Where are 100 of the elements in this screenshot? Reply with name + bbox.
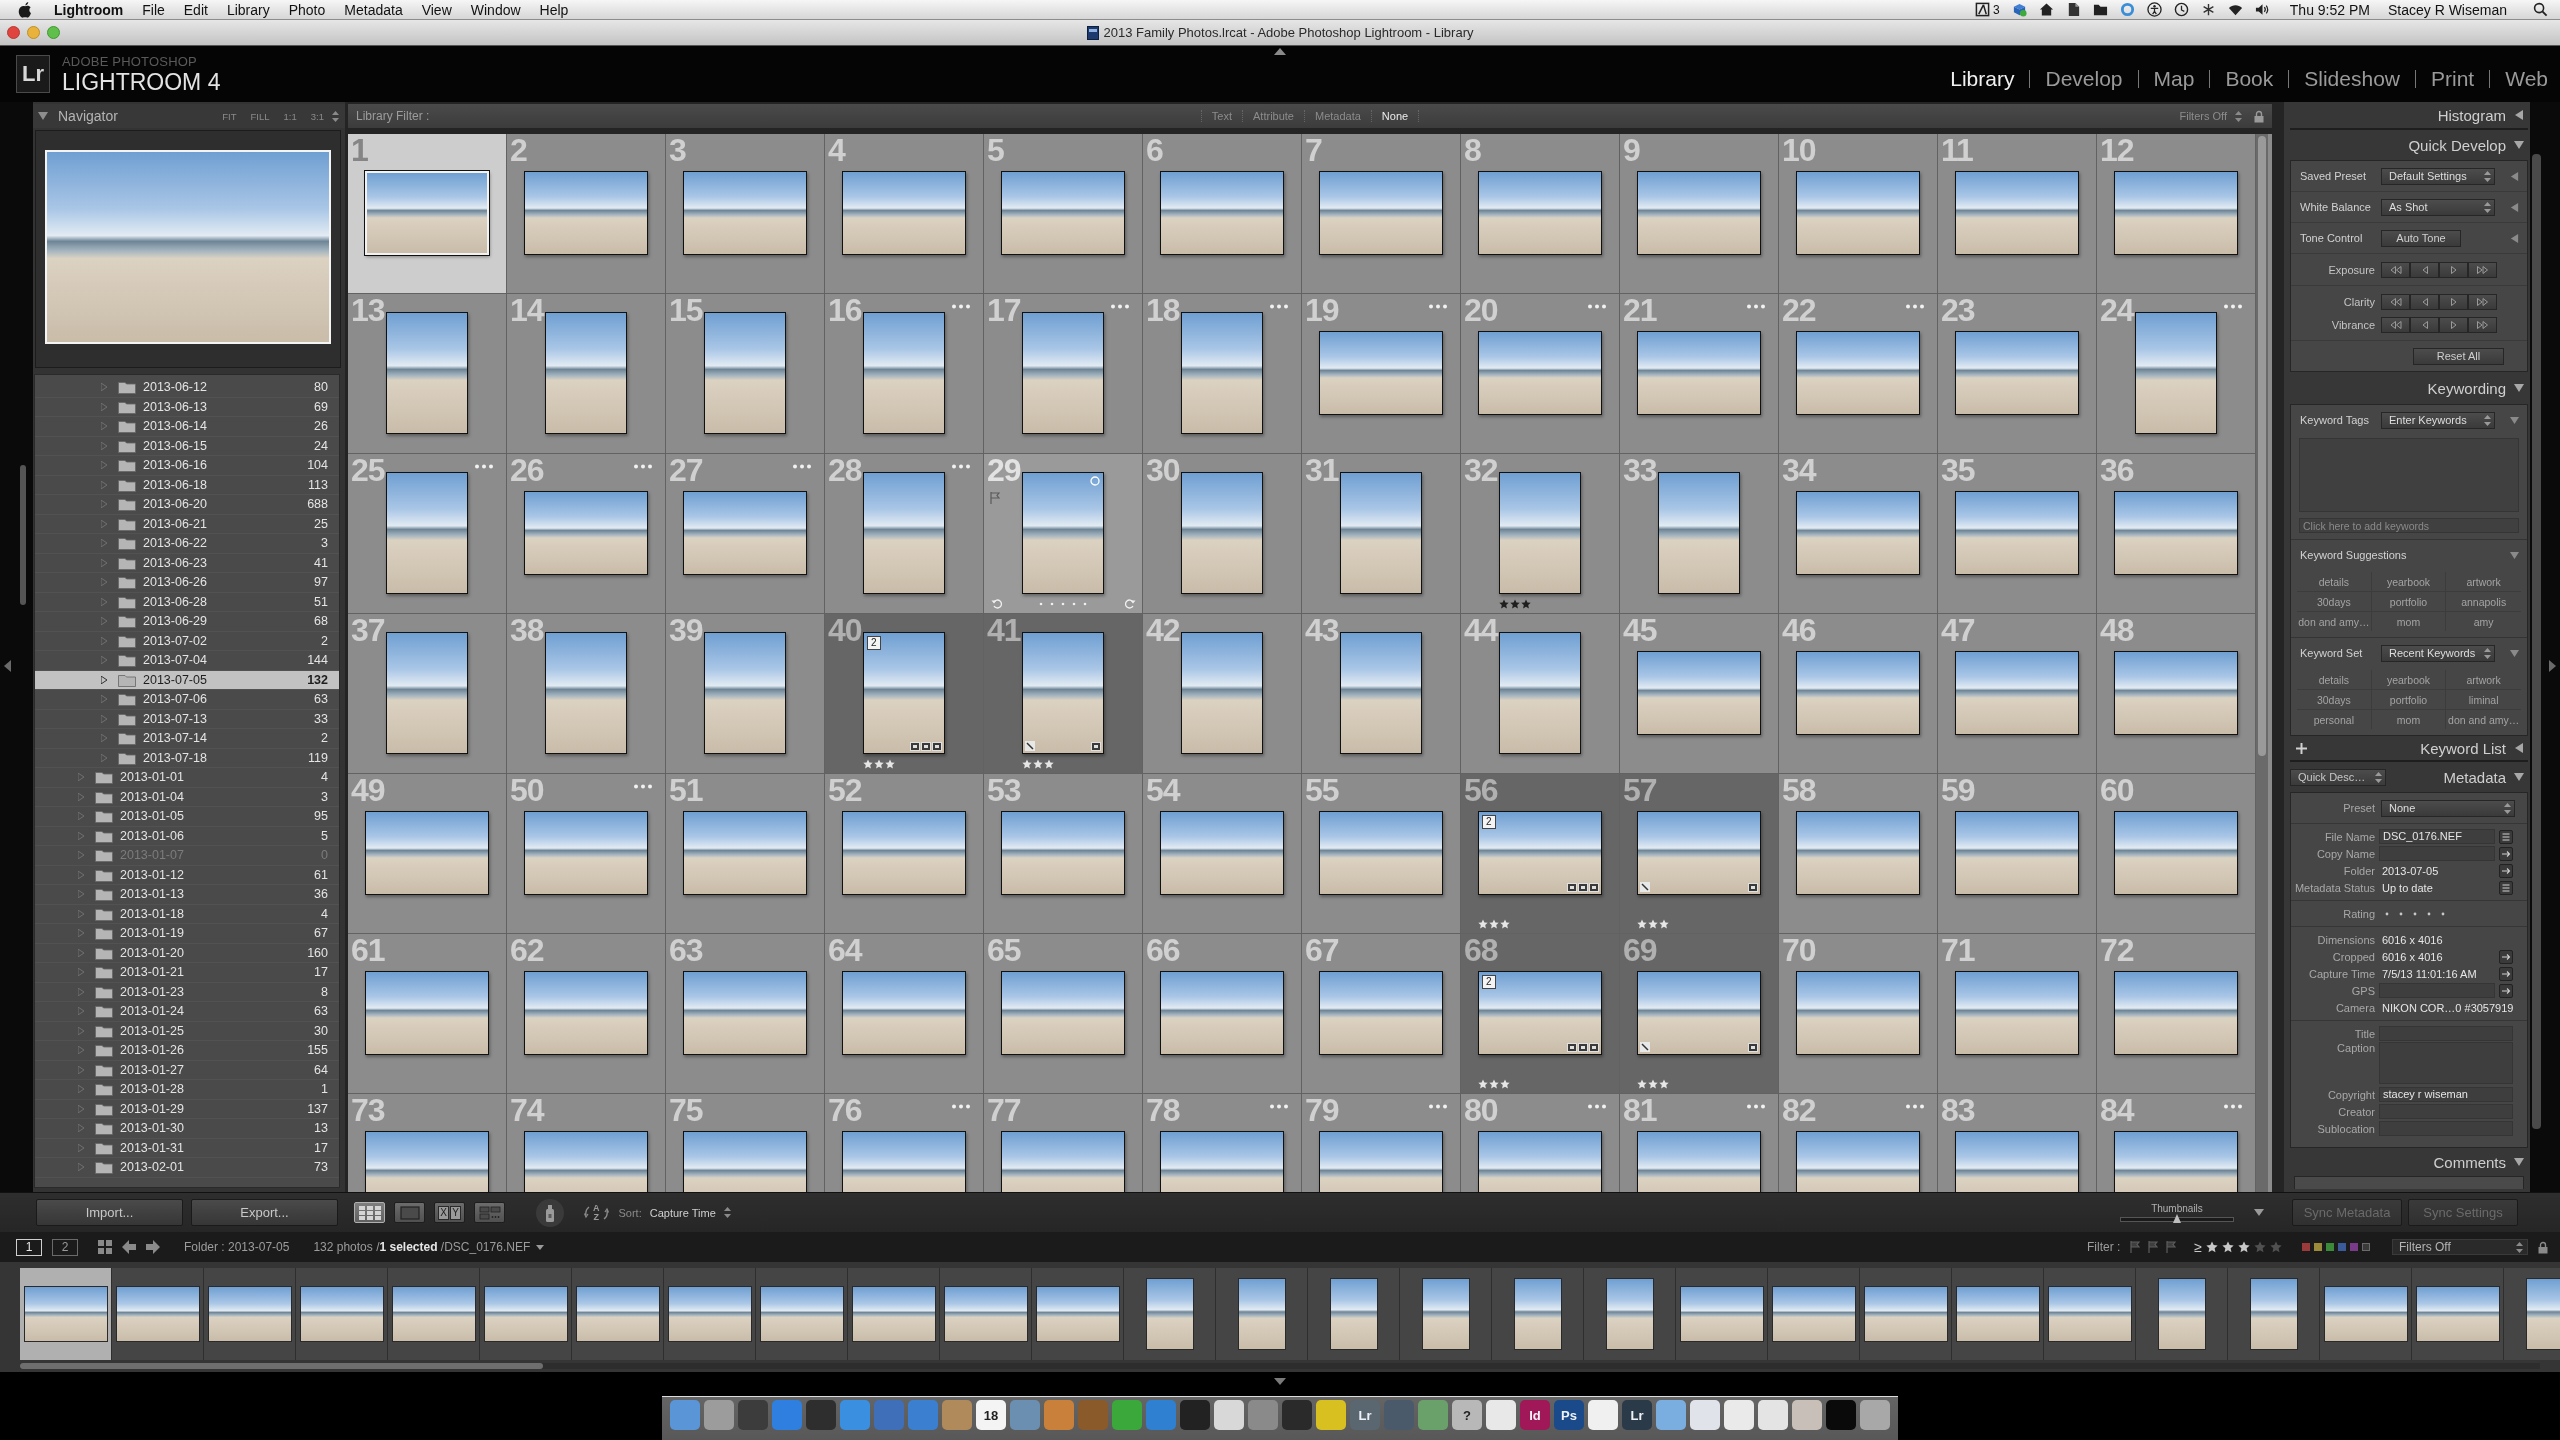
grid-cell[interactable]: 71 bbox=[1938, 934, 2097, 1094]
down-triangle-icon[interactable] bbox=[2514, 140, 2524, 150]
grid-cell[interactable]: 70 bbox=[1779, 934, 1938, 1094]
filmstrip-thumbnail[interactable] bbox=[2412, 1268, 2504, 1360]
photo-placeholder[interactable] bbox=[842, 1131, 966, 1192]
three-dots-icon[interactable] bbox=[633, 784, 653, 789]
right-triangle-icon[interactable] bbox=[2549, 660, 2556, 672]
star-icon[interactable] bbox=[2222, 1241, 2234, 1253]
grid-cell[interactable]: 67 bbox=[1302, 934, 1461, 1094]
star-icon[interactable] bbox=[2238, 1241, 2250, 1253]
grid-cell[interactable]: 3 bbox=[666, 134, 825, 294]
up-down-arrows-icon[interactable] bbox=[332, 110, 339, 122]
left-triangle-icon[interactable] bbox=[2514, 743, 2524, 753]
filmstrip-thumbnail[interactable] bbox=[204, 1268, 296, 1360]
left-triangle-icon[interactable] bbox=[2510, 171, 2519, 181]
grid-cell[interactable]: 41 bbox=[984, 614, 1143, 774]
spray-can-icon[interactable] bbox=[536, 1198, 564, 1227]
photo-placeholder[interactable] bbox=[2114, 811, 2238, 895]
photo-placeholder[interactable] bbox=[683, 491, 807, 575]
wifi-icon[interactable] bbox=[2227, 2, 2243, 17]
reset-all-button[interactable]: Reset All bbox=[2413, 347, 2504, 365]
photo-placeholder[interactable] bbox=[1955, 171, 2079, 255]
photo-placeholder[interactable] bbox=[524, 491, 648, 575]
three-dots-icon[interactable] bbox=[1587, 1104, 1607, 1109]
grid-cell[interactable]: 21 bbox=[1620, 294, 1779, 454]
lock-icon[interactable] bbox=[2254, 109, 2264, 123]
folder-row[interactable]: 2013-06-16 104 bbox=[35, 456, 339, 476]
scrollbar-thumb[interactable] bbox=[2258, 136, 2266, 756]
filmstrip-thumbnail[interactable] bbox=[572, 1268, 664, 1360]
menu-item[interactable]: Photo bbox=[288, 1, 326, 18]
grid-cell[interactable]: 45 bbox=[1620, 614, 1779, 774]
source-path[interactable]: Folder : 2013-07-05 bbox=[184, 1240, 290, 1254]
down-triangle-icon[interactable] bbox=[38, 111, 48, 121]
export-button[interactable]: Export... bbox=[191, 1199, 338, 1226]
photo-placeholder[interactable] bbox=[1637, 651, 1761, 735]
right-arrow-icon[interactable] bbox=[146, 1240, 160, 1254]
down-triangle-icon[interactable] bbox=[2510, 415, 2519, 425]
menu-item[interactable]: Metadata bbox=[344, 1, 403, 18]
panel-title[interactable]: Metadata bbox=[2443, 768, 2506, 786]
setting-dropdown[interactable]: Default Settings bbox=[2381, 167, 2495, 185]
grid-cell[interactable]: 8 bbox=[1461, 134, 1620, 294]
grid-cell[interactable]: 29 bbox=[984, 454, 1143, 614]
photo-placeholder[interactable] bbox=[545, 312, 627, 434]
decrease-large-button[interactable] bbox=[2381, 261, 2410, 278]
keyword-button[interactable]: 30days bbox=[2297, 690, 2372, 710]
sort-dropdown[interactable]: Capture Time bbox=[649, 1206, 731, 1219]
photo-placeholder[interactable] bbox=[1796, 971, 1920, 1055]
filmstrip-thumbnail[interactable] bbox=[1124, 1268, 1216, 1360]
photo-placeholder[interactable] bbox=[683, 811, 807, 895]
text-field[interactable]: DSC_0176.NEF bbox=[2379, 829, 2495, 844]
photo-placeholder[interactable]: 2 bbox=[1478, 971, 1602, 1055]
folder-row[interactable]: 2013-01-31 17 bbox=[35, 1138, 339, 1158]
grid-cell[interactable]: 1 bbox=[348, 134, 507, 294]
three-dots-icon[interactable] bbox=[1746, 1104, 1766, 1109]
photo-placeholder[interactable] bbox=[1160, 1131, 1284, 1192]
keyword-suggestion[interactable]: yearbook bbox=[2371, 572, 2447, 592]
sort-direction-button[interactable]: A Z bbox=[584, 1203, 609, 1222]
ring-icon[interactable] bbox=[2119, 2, 2135, 17]
filter-preset-dropdown[interactable]: Filters Off bbox=[2179, 110, 2242, 122]
keyword-button[interactable]: personal bbox=[2297, 710, 2372, 729]
module-tab[interactable]: Slideshow bbox=[2304, 67, 2400, 91]
folder-icon[interactable] bbox=[2092, 2, 2108, 17]
folder-row[interactable]: 2013-06-22 3 bbox=[35, 534, 339, 554]
photo-placeholder[interactable] bbox=[1955, 1131, 2079, 1192]
photo-placeholder[interactable] bbox=[1160, 971, 1284, 1055]
grid-cell[interactable]: 58 bbox=[1779, 774, 1938, 934]
three-dots-icon[interactable] bbox=[1269, 304, 1289, 309]
scrollbar-thumb[interactable] bbox=[20, 465, 26, 605]
photo-placeholder[interactable] bbox=[1658, 472, 1740, 594]
photo-placeholder[interactable] bbox=[1340, 632, 1422, 754]
grid-cell[interactable]: 14 bbox=[507, 294, 666, 454]
photo-placeholder[interactable] bbox=[524, 171, 648, 255]
photo-placeholder[interactable] bbox=[545, 632, 627, 754]
folder-row[interactable]: 2013-07-05 132 bbox=[35, 670, 339, 690]
list-icon[interactable] bbox=[2499, 880, 2513, 895]
scrollbar-thumb[interactable] bbox=[2532, 154, 2541, 1129]
left-triangle-icon[interactable] bbox=[2510, 233, 2519, 243]
grid-cell[interactable]: 6 bbox=[1143, 134, 1302, 294]
photo-placeholder[interactable] bbox=[386, 312, 468, 434]
grid-cell[interactable]: 54 bbox=[1143, 774, 1302, 934]
photo-placeholder[interactable] bbox=[386, 472, 468, 594]
badge-icon[interactable] bbox=[1748, 883, 1758, 892]
grid-cell[interactable]: 19 bbox=[1302, 294, 1461, 454]
zoom-option[interactable]: FIT bbox=[222, 110, 237, 122]
grid-cell[interactable]: 7 bbox=[1302, 134, 1461, 294]
keyword-suggestion[interactable]: annapolis bbox=[2446, 592, 2521, 612]
three-dots-icon[interactable] bbox=[1428, 1104, 1448, 1109]
photo-placeholder[interactable] bbox=[1637, 171, 1761, 255]
grid-cell[interactable]: 23 bbox=[1938, 294, 2097, 454]
auto-tone-button[interactable]: Auto Tone bbox=[2381, 229, 2461, 247]
photo-placeholder[interactable] bbox=[1637, 811, 1761, 895]
photo-placeholder[interactable] bbox=[1955, 331, 2079, 415]
folder-row[interactable]: 2013-07-13 33 bbox=[35, 709, 339, 729]
keyword-suggestion[interactable]: mom bbox=[2371, 612, 2447, 631]
grid-cell[interactable]: 2 bbox=[507, 134, 666, 294]
photo-placeholder[interactable] bbox=[1637, 1131, 1761, 1192]
photo-placeholder[interactable] bbox=[2135, 312, 2217, 434]
photo-placeholder[interactable] bbox=[1001, 171, 1125, 255]
photo-placeholder[interactable] bbox=[1319, 171, 1443, 255]
grid-cell[interactable]: 55 bbox=[1302, 774, 1461, 934]
